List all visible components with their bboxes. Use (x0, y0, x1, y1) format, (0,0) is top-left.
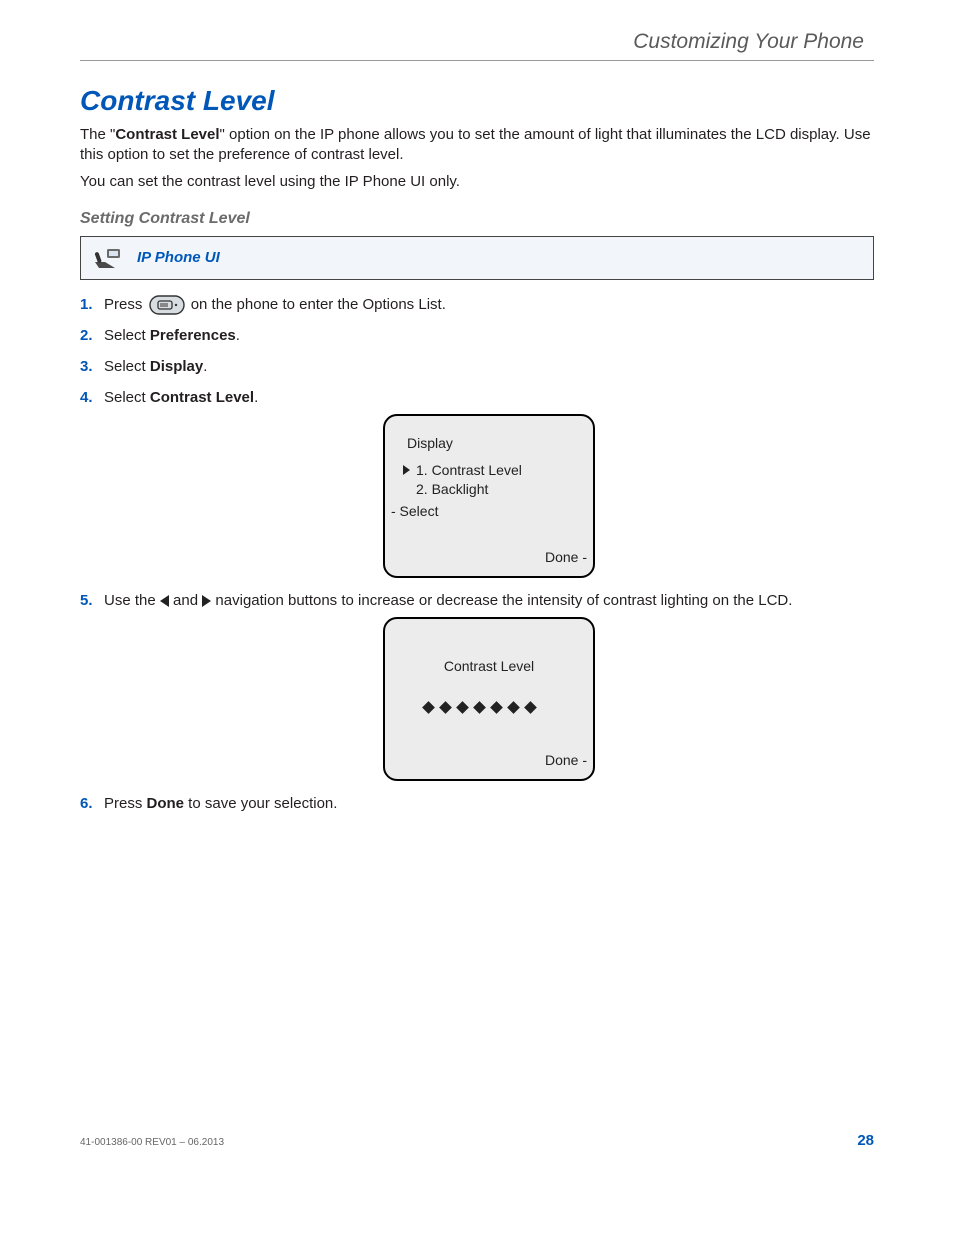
lcd-menu-item-2: 2. Backlight (393, 480, 585, 498)
doc-revision: 41-001386-00 REV01 – 06.2013 (80, 1137, 224, 1148)
menu-contrast-level: Contrast Level (150, 389, 254, 406)
nav-left-icon (160, 595, 169, 607)
text-fragment: . (254, 389, 258, 406)
menu-preferences: Preferences (150, 327, 236, 344)
section-title: Contrast Level (80, 85, 874, 117)
diamond-icon (524, 702, 537, 715)
text-fragment: Press (104, 795, 147, 812)
lcd-screen-contrast-level: Contrast Level Done - (383, 617, 595, 781)
diamond-icon (422, 702, 435, 715)
running-head: Customizing Your Phone (80, 30, 874, 54)
step-5: Use the and navigation buttons to increa… (80, 590, 874, 781)
text-fragment: Select (104, 327, 150, 344)
text-fragment: Select (104, 389, 150, 406)
page-footer: 41-001386-00 REV01 – 06.2013 28 (80, 1132, 874, 1149)
steps-list: Press on the phone to enter the Options … (80, 294, 874, 814)
diamond-icon (456, 702, 469, 715)
diamond-icon (439, 702, 452, 715)
selection-arrow-icon (403, 465, 410, 475)
text-fragment: Press (104, 296, 147, 313)
step-2: Select Preferences. (80, 325, 874, 346)
nav-right-icon (202, 595, 211, 607)
options-key-icon (149, 295, 185, 315)
step-3: Select Display. (80, 356, 874, 377)
header-rule (80, 60, 874, 61)
done-key: Done (147, 795, 185, 812)
menu-display: Display (150, 358, 203, 375)
ip-phone-ui-banner: IP Phone UI (80, 236, 874, 280)
text-fragment: and (173, 592, 202, 609)
text-fragment: on the phone to enter the Options List. (191, 296, 446, 313)
step-6: Press Done to save your selection. (80, 793, 874, 814)
lcd-title: Contrast Level (393, 657, 585, 677)
lcd-menu-text: 2. Backlight (416, 480, 488, 498)
intro-paragraph-1: The "Contrast Level" option on the IP ph… (80, 125, 874, 166)
text-fragment: . (203, 358, 207, 375)
lcd-title: Display (393, 434, 585, 454)
lcd-menu-item-1: 1. Contrast Level (393, 461, 585, 479)
intro-paragraph-2: You can set the contrast level using the… (80, 172, 874, 192)
phone-icon (93, 246, 123, 270)
text-fragment: Select (104, 358, 150, 375)
page-number: 28 (857, 1132, 874, 1149)
page: Customizing Your Phone Contrast Level Th… (0, 0, 954, 1235)
text-fragment: navigation buttons to increase or decrea… (215, 592, 792, 609)
ip-phone-ui-label: IP Phone UI (137, 249, 220, 266)
text-fragment: Use the (104, 592, 160, 609)
lcd-done-softkey: Done - (545, 548, 587, 568)
diamond-icon (473, 702, 486, 715)
text-fragment: to save your selection. (184, 795, 337, 812)
step-4: Select Contrast Level. Display 1. Contra… (80, 387, 874, 578)
text-fragment: The " (80, 126, 115, 143)
lcd-done-softkey: Done - (545, 751, 587, 771)
term-contrast-level: Contrast Level (115, 126, 219, 143)
contrast-indicator (393, 700, 585, 715)
text-fragment: . (236, 327, 240, 344)
subsection-title: Setting Contrast Level (80, 210, 874, 228)
lcd-select-softkey: - Select (391, 502, 438, 522)
diamond-icon (490, 702, 503, 715)
diamond-icon (507, 702, 520, 715)
lcd-menu-text: 1. Contrast Level (416, 461, 522, 479)
lcd-screen-display-menu: Display 1. Contrast Level 2. Backlight -… (383, 414, 595, 578)
step-1: Press on the phone to enter the Options … (80, 294, 874, 315)
